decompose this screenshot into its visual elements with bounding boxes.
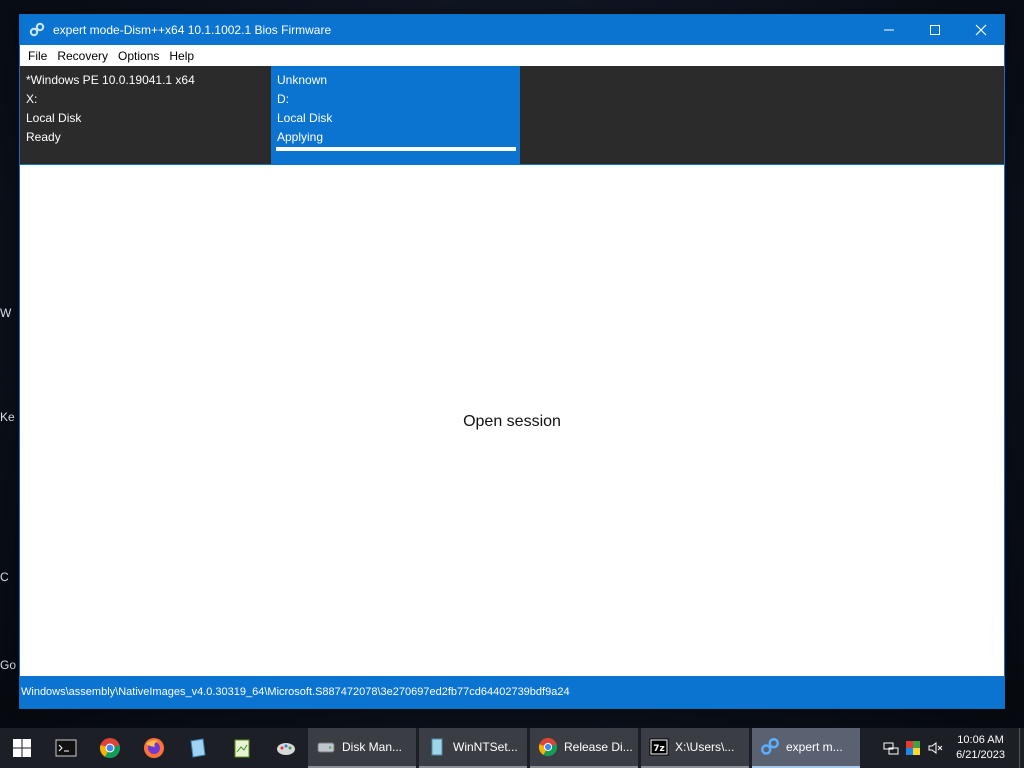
taskbar-task-dism[interactable]: expert m... xyxy=(752,728,860,768)
terminal-icon xyxy=(55,739,77,757)
start-button[interactable] xyxy=(0,728,44,768)
session-os: *Windows PE 10.0.19041.1 x64 xyxy=(26,73,195,87)
close-icon xyxy=(975,24,987,36)
chrome-icon xyxy=(538,737,558,757)
svg-text:7z: 7z xyxy=(653,744,665,754)
firefox-icon xyxy=(144,738,164,758)
menu-recovery[interactable]: Recovery xyxy=(52,49,113,63)
network-icon xyxy=(883,742,899,755)
status-path: Windows\assembly\NativeImages_v4.0.30319… xyxy=(21,686,570,698)
maximize-icon xyxy=(930,25,940,35)
task-label: Release Di... xyxy=(564,740,633,754)
task-label: X:\Users\... xyxy=(675,740,735,754)
close-button[interactable] xyxy=(958,15,1004,45)
desktop-icon-label[interactable]: Go xyxy=(0,658,18,672)
taskbar-paint[interactable] xyxy=(264,728,308,768)
minimize-icon xyxy=(884,29,894,31)
title-bar[interactable]: expert mode-Dism++x64 10.1.1002.1 Bios F… xyxy=(20,15,1004,45)
task-label: WinNTSet... xyxy=(453,740,518,754)
session-disk-type: Local Disk xyxy=(277,111,333,125)
menu-bar: File Recovery Options Help xyxy=(20,45,1004,66)
menu-help[interactable]: Help xyxy=(164,49,199,63)
window-title: expert mode-Dism++x64 10.1.1002.1 Bios F… xyxy=(53,23,332,37)
desktop-icon-label[interactable]: W xyxy=(0,306,18,320)
volume-muted-icon xyxy=(928,742,943,754)
task-label: Disk Man... xyxy=(342,740,403,754)
session-disk-type: Local Disk xyxy=(26,111,82,125)
taskbar-task-7zip[interactable]: 7z X:\Users\... xyxy=(641,728,749,768)
color-tray-button[interactable] xyxy=(902,728,924,768)
disk-icon xyxy=(317,742,335,753)
minimize-button[interactable] xyxy=(866,15,912,45)
taskbar-terminal[interactable] xyxy=(44,728,88,768)
progress-fill xyxy=(276,147,516,151)
menu-options[interactable]: Options xyxy=(113,49,164,63)
apply-progress-bar xyxy=(276,147,516,151)
session-drive: D: xyxy=(277,92,289,106)
session-drive: X: xyxy=(26,92,38,106)
session-tile-windows-pe[interactable]: *Windows PE 10.0.19041.1 x64 X: Local Di… xyxy=(20,66,269,164)
open-session-text[interactable]: Open session xyxy=(20,413,1004,431)
taskbar-chrome[interactable] xyxy=(88,728,132,768)
color-management-icon xyxy=(906,741,921,755)
taskbar-task-winntsetup[interactable]: WinNTSet... xyxy=(419,728,527,768)
dism-window: expert mode-Dism++x64 10.1.1002.1 Bios F… xyxy=(19,14,1005,709)
paint-icon xyxy=(277,743,295,755)
task-label: expert m... xyxy=(786,740,843,754)
clock[interactable]: 10:06 AM 6/21/2023 xyxy=(946,733,1019,763)
taskbar-task-disk-management[interactable]: Disk Man... xyxy=(308,728,416,768)
show-desktop-button[interactable] xyxy=(1019,728,1024,768)
main-content: Open session xyxy=(20,164,1004,676)
notepad-icon xyxy=(190,738,206,758)
dism-icon xyxy=(760,737,780,755)
dism-app-icon xyxy=(29,22,45,37)
session-status: Ready xyxy=(26,130,61,144)
windows-logo-icon xyxy=(13,739,31,757)
session-tile-unknown[interactable]: Unknown D: Local Disk Applying xyxy=(271,66,520,164)
status-bar: Windows\assembly\NativeImages_v4.0.30319… xyxy=(20,676,1004,708)
chrome-icon xyxy=(100,738,120,759)
taskbar-task-release-chrome[interactable]: Release Di... xyxy=(530,728,638,768)
volume-tray-button[interactable] xyxy=(924,728,946,768)
desktop-icon-label[interactable]: C xyxy=(0,570,18,584)
editor-icon xyxy=(234,739,250,758)
taskbar: Disk Man... WinNTSet... Release Di... 7z… xyxy=(0,728,1024,768)
maximize-button[interactable] xyxy=(912,15,958,45)
session-status: Applying xyxy=(277,130,324,144)
system-tray: 10:06 AM 6/21/2023 xyxy=(880,728,1024,768)
taskbar-firefox[interactable] xyxy=(132,728,176,768)
session-os: Unknown xyxy=(277,73,328,87)
menu-file[interactable]: File xyxy=(23,49,52,63)
taskbar-notepad[interactable] xyxy=(176,728,220,768)
clock-time: 10:06 AM xyxy=(957,734,1004,746)
clock-date: 6/21/2023 xyxy=(956,749,1005,761)
7zip-icon: 7z xyxy=(649,738,669,756)
network-tray-button[interactable] xyxy=(880,728,902,768)
desktop-icon-label[interactable]: Ke xyxy=(0,410,18,424)
setup-icon xyxy=(431,738,443,756)
session-bar: *Windows PE 10.0.19041.1 x64 X: Local Di… xyxy=(20,66,1004,164)
taskbar-editor[interactable] xyxy=(220,728,264,768)
